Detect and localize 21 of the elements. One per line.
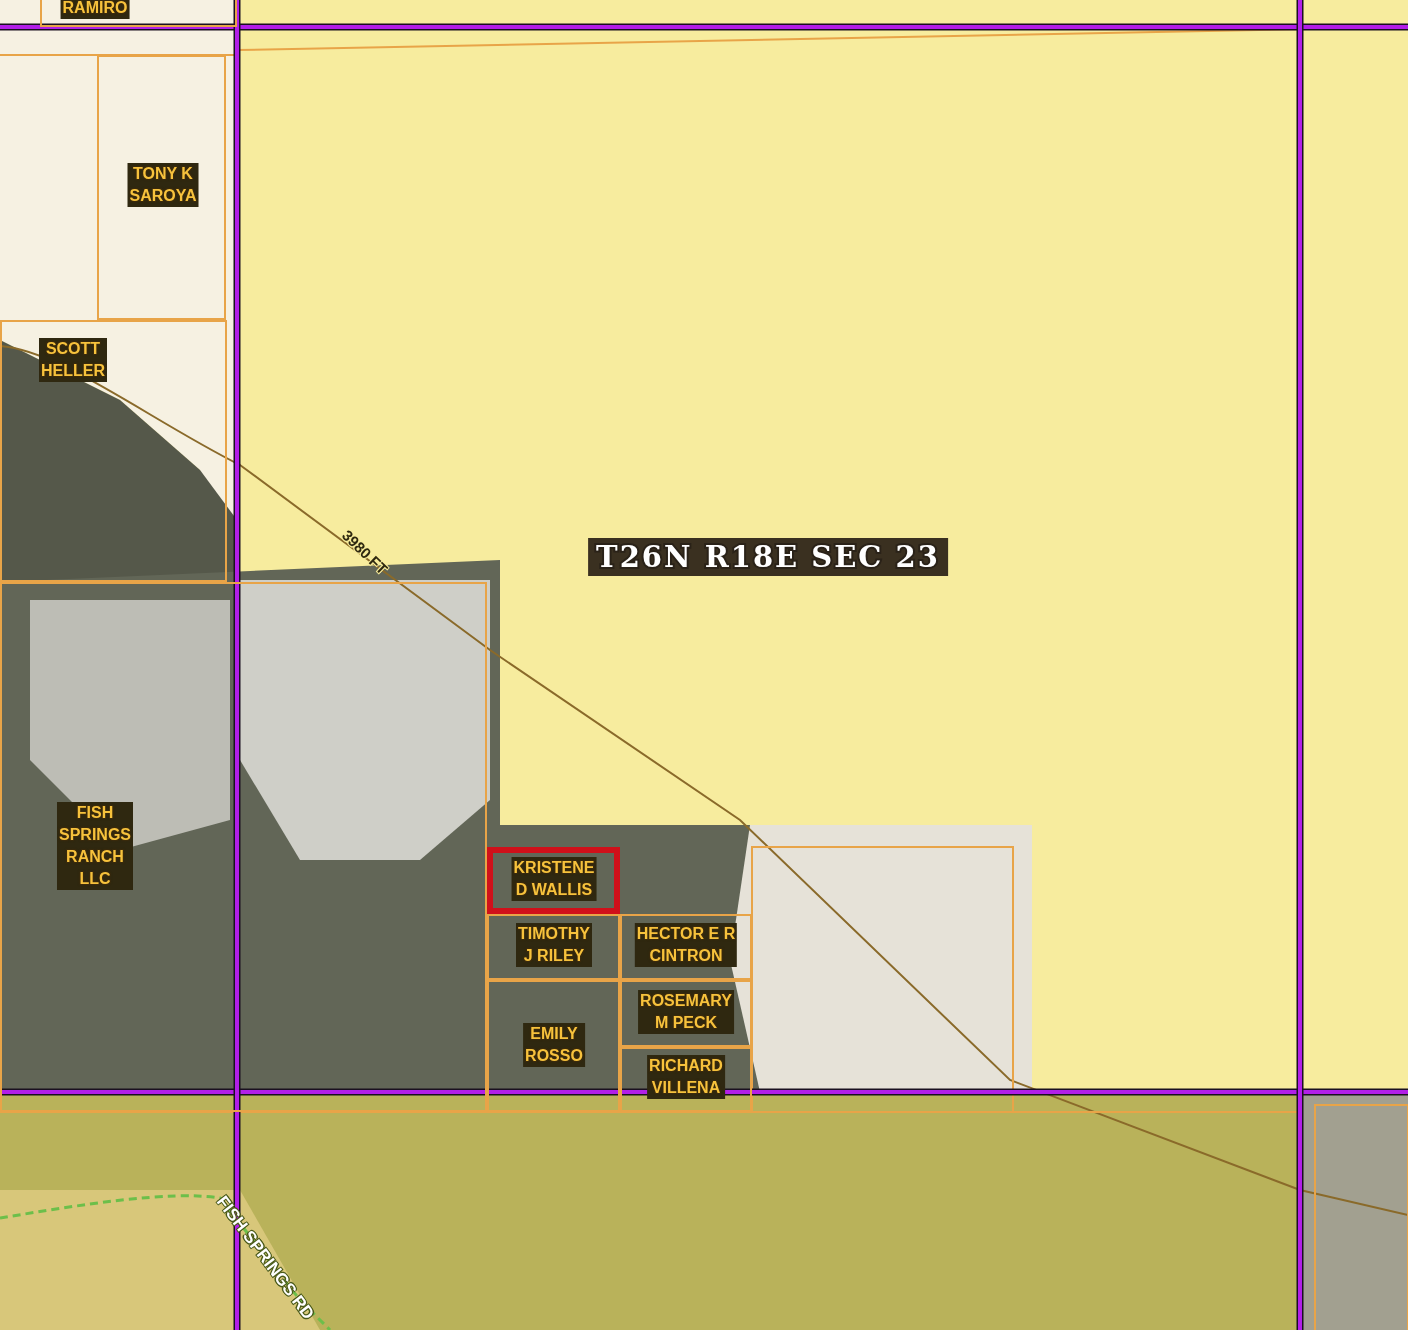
selected-parcel-outline[interactable]: KRISTENE D WALLIS [487, 847, 620, 914]
parcel-owner-label: SCOTT HELLER [39, 338, 107, 382]
parcel-outline[interactable]: EMILY ROSSO [487, 980, 620, 1112]
parcel-owner-label: HECTOR E R CINTRON [634, 923, 738, 967]
parcel-outline[interactable]: TONY K SAROYA [97, 55, 226, 320]
parcel-owner-label: KRISTENE D WALLIS [511, 857, 597, 901]
parcel-owner-label: RAMIRO [60, 0, 130, 19]
parcel-outline[interactable]: RICHARD VILLENA [620, 1047, 752, 1112]
parcel-owner-label: TIMOTHY J RILEY [516, 923, 592, 967]
parcel-owner-label: RICHARD VILLENA [647, 1055, 725, 1099]
parcel-outline[interactable]: FISH SPRINGS RANCH LLC [0, 582, 487, 1112]
parcel-outline[interactable]: HECTOR E R CINTRON [620, 914, 752, 980]
parcel-owner-label: ROSEMARY M PECK [638, 990, 734, 1034]
parcel-outline[interactable]: SCOTT HELLER [0, 320, 227, 582]
parcel-outline[interactable]: RAMIRO [40, 0, 237, 27]
parcel-outline[interactable]: TIMOTHY J RILEY [487, 914, 620, 980]
parcel-owner-label: FISH SPRINGS RANCH LLC [57, 802, 133, 890]
parcel-owner-label: EMILY ROSSO [523, 1023, 585, 1067]
parcel-owner-label: TONY K SAROYA [127, 163, 199, 207]
parcel-outline[interactable]: ROSEMARY M PECK [620, 980, 752, 1047]
section-label: T26N R18E SEC 23 [588, 538, 948, 576]
